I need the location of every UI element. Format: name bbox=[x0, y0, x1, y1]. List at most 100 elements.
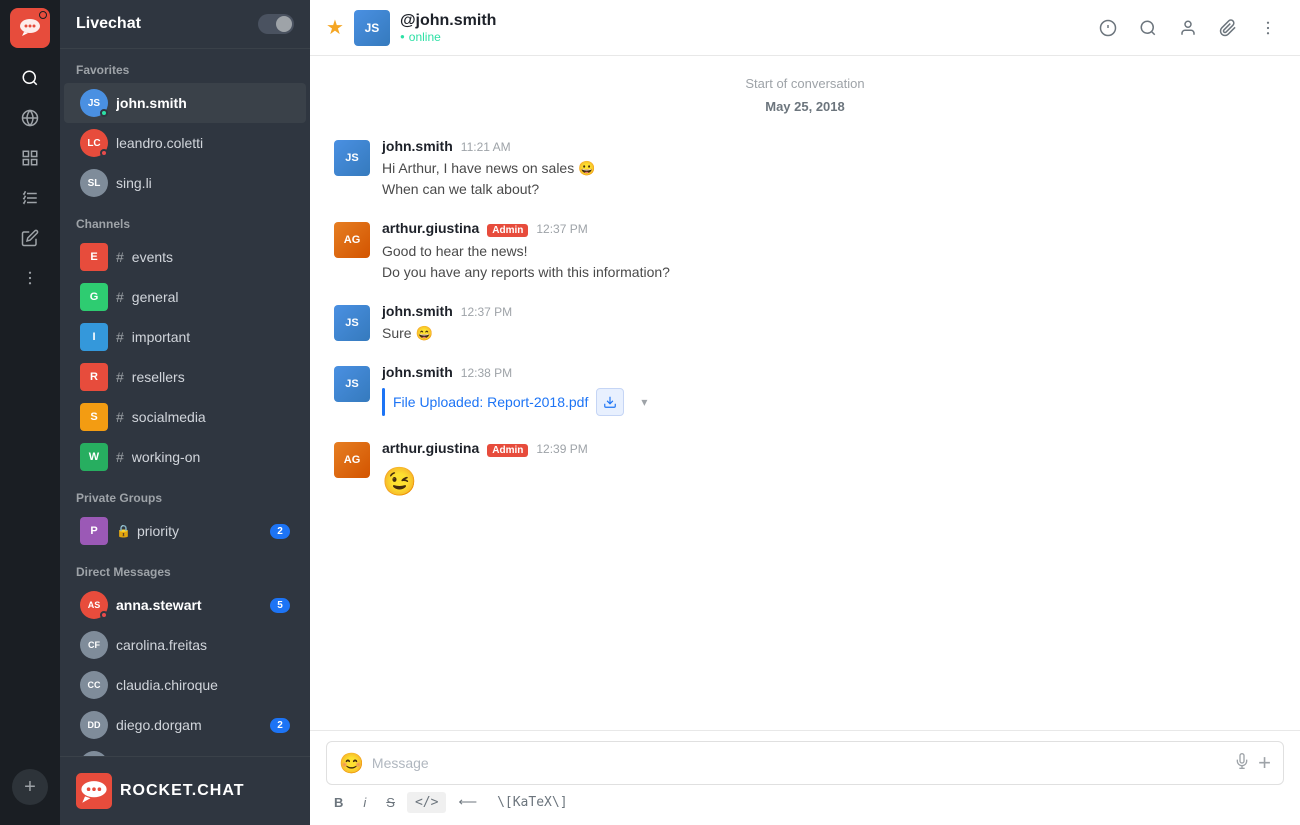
formatting-row: B i S </> ⟵ \[KaTeX\] bbox=[326, 785, 1284, 815]
nav-globe-btn[interactable] bbox=[12, 100, 48, 136]
msg-time-2: 12:37 PM bbox=[536, 222, 587, 236]
format-bold-button[interactable]: B bbox=[326, 792, 351, 813]
livechat-toggle[interactable] bbox=[258, 14, 294, 34]
msg-text-2a: Good to hear the news! bbox=[382, 241, 1276, 262]
more-options-button[interactable] bbox=[1252, 12, 1284, 44]
add-workspace-btn[interactable]: + bbox=[12, 769, 48, 805]
msg-content-4: john.smith 12:38 PM File Uploaded: Repor… bbox=[382, 364, 1276, 420]
item-name-diego-dorgam: diego.dorgam bbox=[116, 717, 262, 733]
direct-messages-section-title: Direct Messages bbox=[60, 551, 310, 585]
format-katex-button[interactable]: \[KaTeX\] bbox=[489, 792, 575, 813]
item-name-leandro-coletti: leandro.coletti bbox=[116, 135, 290, 151]
star-button[interactable]: ★ bbox=[326, 15, 344, 40]
nav-search-btn[interactable] bbox=[12, 60, 48, 96]
notification-dot bbox=[39, 11, 47, 19]
header-status: online bbox=[400, 30, 1082, 44]
message-input[interactable] bbox=[372, 755, 1226, 771]
sidebar-item-events[interactable]: E # events bbox=[64, 237, 306, 277]
conversation-start: Start of conversation bbox=[334, 76, 1276, 91]
avatar-anna-stewart: AS bbox=[80, 591, 108, 619]
format-strikethrough-button[interactable]: S bbox=[378, 792, 403, 813]
item-name-events: events bbox=[132, 249, 290, 265]
admin-badge-2: Admin bbox=[487, 224, 528, 237]
sidebar-item-claudia-chiroque[interactable]: CC claudia.chiroque bbox=[64, 665, 306, 705]
channel-icon-important: I bbox=[80, 323, 108, 351]
app-logo bbox=[10, 8, 50, 48]
sidebar-footer: ROCKET.CHAT bbox=[60, 756, 310, 825]
private-groups-section-title: Private Groups bbox=[60, 477, 310, 511]
sidebar-item-carolina-freitas[interactable]: CF carolina.freitas bbox=[64, 625, 306, 665]
item-name-important: important bbox=[132, 329, 290, 345]
sidebar-item-priority[interactable]: P 🔒 priority 2 bbox=[64, 511, 306, 551]
avatar-sing-li: SL bbox=[80, 169, 108, 197]
download-button[interactable] bbox=[596, 388, 624, 416]
sidebar-item-leandro-coletti[interactable]: LC leandro.coletti bbox=[64, 123, 306, 163]
item-name-working-on: working-on bbox=[132, 449, 290, 465]
emoji-picker-button[interactable]: 😊 bbox=[339, 751, 364, 776]
sidebar-item-working-on[interactable]: W # working-on bbox=[64, 437, 306, 477]
msg-emoji-5: 😉 bbox=[382, 461, 1276, 503]
msg-username-2: arthur.giustina bbox=[382, 220, 479, 236]
msg-time-3: 12:37 PM bbox=[461, 305, 512, 319]
hash-working-on: # bbox=[116, 449, 124, 465]
msg-text-3: Sure 😄 bbox=[382, 323, 1276, 344]
item-name-john-smith: john.smith bbox=[116, 95, 290, 111]
item-name-carolina-freitas: carolina.freitas bbox=[116, 637, 290, 653]
avatar-julia-grala: JG bbox=[80, 751, 108, 756]
message-group-3: JS john.smith 12:37 PM Sure 😄 bbox=[334, 303, 1276, 344]
main-chat: ★ JS @john.smith online Start of co bbox=[310, 0, 1300, 825]
format-code-button[interactable]: </> bbox=[407, 792, 446, 813]
sidebar-item-resellers[interactable]: R # resellers bbox=[64, 357, 306, 397]
messages-area: Start of conversation May 25, 2018 JS jo… bbox=[310, 56, 1300, 730]
sidebar-header: Livechat bbox=[60, 0, 310, 49]
msg-avatar-john-3: JS bbox=[334, 366, 370, 402]
sidebar-item-john-smith[interactable]: JS john.smith bbox=[64, 83, 306, 123]
nav-edit-btn[interactable] bbox=[12, 220, 48, 256]
item-name-socialmedia: socialmedia bbox=[132, 409, 290, 425]
members-button[interactable] bbox=[1172, 12, 1204, 44]
mic-button[interactable] bbox=[1234, 753, 1250, 774]
format-link-button[interactable]: ⟵ bbox=[450, 791, 485, 813]
channel-icon-resellers: R bbox=[80, 363, 108, 391]
file-link[interactable]: File Uploaded: Report-2018.pdf bbox=[393, 394, 588, 410]
info-button[interactable] bbox=[1092, 12, 1124, 44]
sidebar-item-important[interactable]: I # important bbox=[64, 317, 306, 357]
avatar-carolina-freitas: CF bbox=[80, 631, 108, 659]
badge-anna: 5 bbox=[270, 598, 290, 613]
sidebar-item-sing-li[interactable]: SL sing.li bbox=[64, 163, 306, 203]
channel-icon-working-on: W bbox=[80, 443, 108, 471]
sidebar-content: Favorites JS john.smith LC leandro.colet… bbox=[60, 49, 310, 756]
format-italic-button[interactable]: i bbox=[355, 792, 374, 813]
nav-sort-btn[interactable] bbox=[12, 180, 48, 216]
sidebar-item-julia-grala[interactable]: JG julia.grala bbox=[64, 745, 306, 756]
attachment-button[interactable] bbox=[1212, 12, 1244, 44]
chat-header: ★ JS @john.smith online bbox=[310, 0, 1300, 56]
msg-text-1: Hi Arthur, I have news on sales 😀 bbox=[382, 158, 1276, 179]
msg-header-2: arthur.giustina Admin 12:37 PM bbox=[382, 220, 1276, 237]
add-content-button[interactable]: + bbox=[1258, 750, 1271, 776]
channels-section-title: Channels bbox=[60, 203, 310, 237]
sidebar-item-general[interactable]: G # general bbox=[64, 277, 306, 317]
msg-text-1b: When can we talk about? bbox=[382, 179, 1276, 200]
nav-more-btn[interactable] bbox=[12, 260, 48, 296]
icon-rail: + bbox=[0, 0, 60, 825]
message-group-4: JS john.smith 12:38 PM File Uploaded: Re… bbox=[334, 364, 1276, 420]
header-avatar: JS bbox=[354, 10, 390, 46]
msg-time-4: 12:38 PM bbox=[461, 366, 512, 380]
conversation-date: May 25, 2018 bbox=[334, 99, 1276, 114]
sidebar-item-anna-stewart[interactable]: AS anna.stewart 5 bbox=[64, 585, 306, 625]
badge-priority: 2 bbox=[270, 524, 290, 539]
search-messages-button[interactable] bbox=[1132, 12, 1164, 44]
admin-badge-5: Admin bbox=[487, 444, 528, 457]
msg-time-1: 11:21 AM bbox=[461, 140, 511, 154]
channel-icon-general: G bbox=[80, 283, 108, 311]
msg-content-2: arthur.giustina Admin 12:37 PM Good to h… bbox=[382, 220, 1276, 283]
msg-avatar-john-1: JS bbox=[334, 140, 370, 176]
msg-time-5: 12:39 PM bbox=[536, 442, 587, 456]
expand-button[interactable]: ▾ bbox=[632, 390, 656, 414]
sidebar-item-socialmedia[interactable]: S # socialmedia bbox=[64, 397, 306, 437]
nav-layout-btn[interactable] bbox=[12, 140, 48, 176]
sidebar-item-diego-dorgam[interactable]: DD diego.dorgam 2 bbox=[64, 705, 306, 745]
item-name-general: general bbox=[132, 289, 290, 305]
status-dot-anna bbox=[100, 611, 108, 619]
